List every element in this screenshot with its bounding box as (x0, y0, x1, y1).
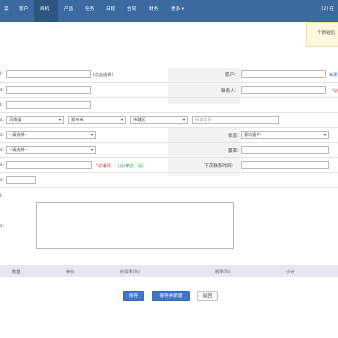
nav-item-finance[interactable]: 财务 (149, 6, 158, 12)
nav-item-more[interactable]: 更多 ▾ (171, 6, 184, 12)
opportunity-name-input[interactable] (6, 70, 91, 78)
field-label: s: (0, 224, 4, 229)
unit-hint: (元/单位：元) (118, 163, 144, 168)
contact-input[interactable] (241, 86, 326, 94)
field-label: l: (0, 194, 3, 199)
province-value: 河南省 (9, 117, 22, 122)
district-select[interactable]: 市辖区 ▾ (130, 116, 188, 124)
next-contact-label: 下次联系时间: (204, 164, 234, 169)
required-hint: *必 (332, 88, 338, 93)
row-divider (0, 82, 338, 83)
field-label: s: (0, 178, 4, 183)
street-placeholder: 街道信息 (195, 117, 212, 122)
win-rate-input[interactable] (241, 146, 329, 154)
win-rate-label: 赢率: (228, 149, 239, 154)
field-label: l: (0, 72, 3, 77)
chevron-down-icon: ▾ (90, 147, 93, 152)
field-label: s: (0, 148, 4, 153)
required-hint: *必填项 (96, 163, 111, 168)
type-select[interactable]: --请选择-- ▾ (6, 131, 96, 139)
message-counter[interactable]: [2] 在 (321, 6, 334, 12)
product-table-header: 数量 单价 折扣率(%) 税率(%) 小计 (0, 265, 338, 277)
source-select[interactable]: --请选择-- ▾ (6, 146, 96, 154)
nav-item-contracts[interactable]: 合同 (127, 6, 136, 12)
field-label: s: (0, 163, 4, 168)
field-label: l: (0, 103, 3, 108)
text-input[interactable] (6, 101, 91, 109)
column-header: 小计 (286, 269, 295, 274)
status-select-value: 意向客户 (244, 132, 261, 137)
column-header: 数量 (12, 269, 21, 274)
save-button[interactable]: 保存 (123, 291, 144, 301)
next-contact-input[interactable] (241, 161, 329, 169)
column-header: 折扣率(%) (120, 269, 140, 274)
district-value: 市辖区 (133, 117, 146, 122)
source-select-value: --请选择-- (9, 147, 28, 152)
chevron-down-icon: ▾ (323, 132, 326, 137)
nav-item-tasks[interactable]: 任务 (85, 6, 94, 12)
row-divider (0, 157, 338, 158)
chevron-down-icon: ▾ (182, 117, 185, 122)
text-input[interactable] (6, 86, 91, 94)
chevron-down-icon: ▾ (120, 117, 123, 122)
nav-item-home[interactable]: 菜 (4, 6, 9, 12)
new-customer-link[interactable]: 新建 (329, 72, 337, 78)
row-divider (0, 172, 338, 173)
row-divider (0, 97, 338, 98)
save-and-new-button[interactable]: 保存并新建 (152, 291, 190, 301)
street-input[interactable]: 街道信息 (192, 116, 279, 124)
nav-item-products[interactable]: 产品 (64, 6, 73, 12)
row-divider (0, 187, 338, 188)
nav-item-customers[interactable]: 客户 (19, 6, 28, 12)
contact-label: 联系人: (221, 89, 237, 94)
description-textarea[interactable] (36, 202, 234, 249)
type-select-value: --请选择-- (9, 132, 28, 137)
customer-label: 客户: (225, 73, 236, 78)
customer-input[interactable] (241, 70, 326, 78)
amount-input[interactable] (6, 161, 92, 169)
status-label: 状态: (228, 134, 239, 139)
row-divider (0, 142, 338, 143)
row-divider (0, 112, 338, 113)
field-label: s: (0, 88, 4, 93)
select-hint: (点击选择) (93, 72, 114, 77)
chevron-down-icon: ▾ (58, 117, 61, 122)
province-select[interactable]: 河南省 ▾ (6, 116, 64, 124)
field-label: s: (0, 118, 4, 123)
chevron-down-icon: ▾ (90, 132, 93, 137)
row-divider (0, 127, 338, 128)
nav-item-calendar[interactable]: 日程 (106, 6, 115, 12)
top-nav: 菜 客户 商机 产品 任务 日程 合同 财务 更多 ▾ [2] 在 (0, 0, 338, 22)
nav-item-opportunities[interactable]: 商机 (40, 6, 49, 12)
city-select[interactable]: 郑州市 ▾ (68, 116, 126, 124)
city-value: 郑州市 (71, 117, 84, 122)
back-button[interactable]: 返回 (197, 291, 218, 301)
field-label: s: (0, 133, 4, 138)
column-header: 单价 (66, 269, 75, 274)
text-input[interactable] (6, 176, 36, 184)
sms-notice[interactable]: 个新短信 (306, 22, 338, 47)
column-header: 税率(%) (215, 269, 231, 274)
status-select[interactable]: 意向客户 ▾ (241, 131, 329, 139)
sms-notice-text: 个新短信 (317, 31, 336, 36)
